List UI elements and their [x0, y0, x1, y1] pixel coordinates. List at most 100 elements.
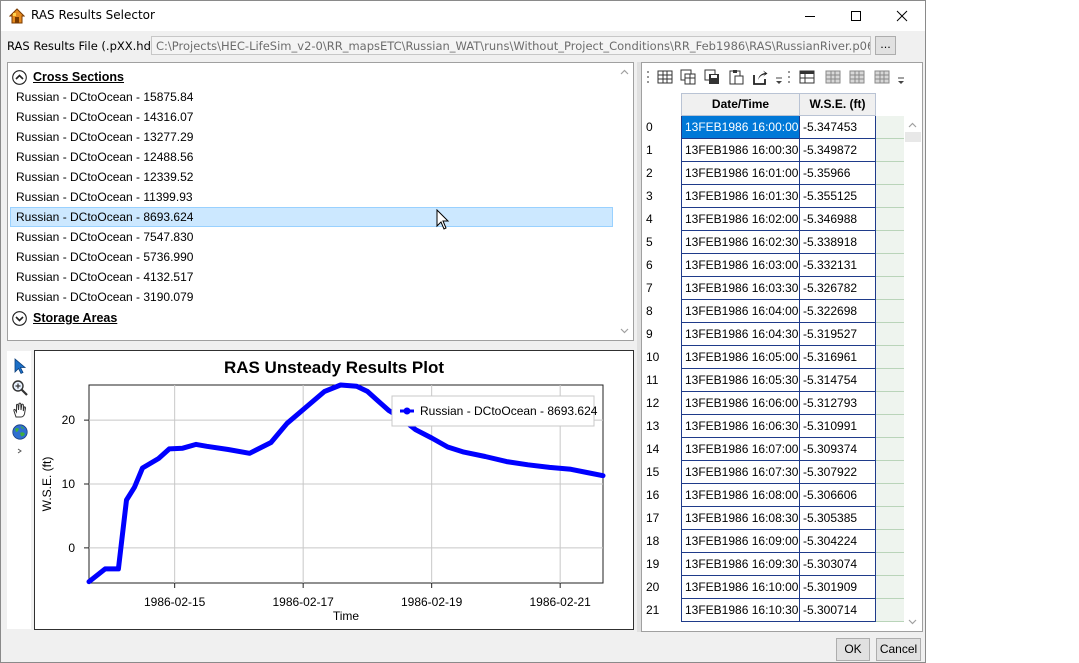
- dropdown-arrow-icon[interactable]: [775, 77, 783, 85]
- table-row[interactable]: 13 13FEB1986 16:06:30 -5.310991: [642, 415, 904, 438]
- table-row[interactable]: 20 13FEB1986 16:10:00 -5.301909: [642, 576, 904, 599]
- scroll-down-arrow-icon[interactable]: [907, 616, 918, 627]
- table-row[interactable]: 16 13FEB1986 16:08:00 -5.306606: [642, 484, 904, 507]
- cell-datetime[interactable]: 13FEB1986 16:05:00: [681, 346, 800, 369]
- table-row[interactable]: 21 13FEB1986 16:10:30 -5.300714: [642, 599, 904, 622]
- cross-section-item[interactable]: Russian - DCtoOcean - 11399.93: [10, 187, 613, 207]
- ok-button[interactable]: OK: [836, 638, 870, 661]
- expand-chevron-down-icon[interactable]: [12, 310, 27, 326]
- cell-datetime[interactable]: 13FEB1986 16:08:00: [681, 484, 800, 507]
- cell-datetime[interactable]: 13FEB1986 16:02:30: [681, 231, 800, 254]
- cell-wse[interactable]: -5.301909: [800, 576, 876, 599]
- cell-wse[interactable]: -5.322698: [800, 300, 876, 323]
- maximize-button[interactable]: [833, 1, 879, 31]
- results-file-path-field[interactable]: C:\Projects\HEC-LifeSim_v2-0\RR_mapsETC\…: [151, 36, 871, 55]
- dropdown-arrow-icon[interactable]: [897, 77, 905, 85]
- cell-datetime[interactable]: 13FEB1986 16:06:00: [681, 392, 800, 415]
- table-row[interactable]: 0 13FEB1986 16:00:00 -5.347453: [642, 116, 904, 139]
- cell-datetime[interactable]: 13FEB1986 16:10:30: [681, 599, 800, 622]
- cell-datetime[interactable]: 13FEB1986 16:03:30: [681, 277, 800, 300]
- cell-wse[interactable]: -5.332131: [800, 254, 876, 277]
- cross-section-item[interactable]: Russian - DCtoOcean - 3190.079: [10, 287, 613, 307]
- cell-datetime[interactable]: 13FEB1986 16:01:00: [681, 162, 800, 185]
- table-row[interactable]: 19 13FEB1986 16:09:30 -5.303074: [642, 553, 904, 576]
- table-row[interactable]: 14 13FEB1986 16:07:00 -5.309374: [642, 438, 904, 461]
- table-row[interactable]: 10 13FEB1986 16:05:00 -5.316961: [642, 346, 904, 369]
- table-row[interactable]: 3 13FEB1986 16:01:30 -5.355125: [642, 185, 904, 208]
- export-icon[interactable]: [752, 69, 768, 85]
- table-row[interactable]: 7 13FEB1986 16:03:30 -5.326782: [642, 277, 904, 300]
- table-row[interactable]: 1 13FEB1986 16:00:30 -5.349872: [642, 139, 904, 162]
- scroll-thumb[interactable]: [905, 132, 921, 142]
- table-row[interactable]: 15 13FEB1986 16:07:30 -5.307922: [642, 461, 904, 484]
- cell-wse[interactable]: -5.349872: [800, 139, 876, 162]
- cell-datetime[interactable]: 13FEB1986 16:02:00: [681, 208, 800, 231]
- cell-datetime[interactable]: 13FEB1986 16:09:00: [681, 530, 800, 553]
- grid-columns-icon[interactable]: [849, 69, 865, 85]
- cross-section-item[interactable]: Russian - DCtoOcean - 15875.84: [10, 87, 613, 107]
- cell-wse[interactable]: -5.355125: [800, 185, 876, 208]
- select-pointer-icon[interactable]: [11, 357, 29, 375]
- cancel-button[interactable]: Cancel: [876, 638, 921, 661]
- scroll-up-arrow-icon[interactable]: [619, 67, 630, 78]
- cross-section-item[interactable]: Russian - DCtoOcean - 13277.29: [10, 127, 613, 147]
- header-wse[interactable]: W.S.E. (ft): [799, 93, 876, 116]
- table-row[interactable]: 5 13FEB1986 16:02:30 -5.338918: [642, 231, 904, 254]
- table-row[interactable]: 8 13FEB1986 16:04:00 -5.322698: [642, 300, 904, 323]
- group-storage-areas[interactable]: Storage Areas: [12, 309, 117, 327]
- table-row[interactable]: 12 13FEB1986 16:06:00 -5.312793: [642, 392, 904, 415]
- pan-hand-icon[interactable]: [11, 401, 29, 419]
- cell-datetime[interactable]: 13FEB1986 16:04:00: [681, 300, 800, 323]
- cell-datetime[interactable]: 13FEB1986 16:00:30: [681, 139, 800, 162]
- save-table-icon[interactable]: [704, 69, 720, 85]
- collapse-chevron-up-icon[interactable]: [12, 69, 27, 85]
- cell-datetime[interactable]: 13FEB1986 16:05:30: [681, 369, 800, 392]
- cell-datetime[interactable]: 13FEB1986 16:00:00: [681, 116, 800, 139]
- cross-section-item[interactable]: Russian - DCtoOcean - 7547.830: [10, 227, 613, 247]
- cell-datetime[interactable]: 13FEB1986 16:08:30: [681, 507, 800, 530]
- cell-datetime[interactable]: 13FEB1986 16:06:30: [681, 415, 800, 438]
- group-cross-sections[interactable]: Cross Sections: [12, 68, 124, 86]
- cell-datetime[interactable]: 13FEB1986 16:01:30: [681, 185, 800, 208]
- close-button[interactable]: [879, 1, 925, 31]
- cell-datetime[interactable]: 13FEB1986 16:09:30: [681, 553, 800, 576]
- table-row[interactable]: 4 13FEB1986 16:02:00 -5.346988: [642, 208, 904, 231]
- cell-wse[interactable]: -5.314754: [800, 369, 876, 392]
- toolbar-overflow-icon[interactable]: [16, 447, 24, 455]
- table-row[interactable]: 17 13FEB1986 16:08:30 -5.305385: [642, 507, 904, 530]
- copy-table-icon[interactable]: [680, 69, 696, 85]
- cross-section-item[interactable]: Russian - DCtoOcean - 14316.07: [10, 107, 613, 127]
- minimize-button[interactable]: [787, 1, 833, 31]
- cell-wse[interactable]: -5.304224: [800, 530, 876, 553]
- zoom-icon[interactable]: [11, 379, 29, 397]
- table-row[interactable]: 18 13FEB1986 16:09:00 -5.304224: [642, 530, 904, 553]
- cell-wse[interactable]: -5.316961: [800, 346, 876, 369]
- scroll-up-arrow-icon[interactable]: [907, 120, 918, 131]
- cell-wse[interactable]: -5.310991: [800, 415, 876, 438]
- table-scrollbar[interactable]: [904, 116, 922, 631]
- cell-wse[interactable]: -5.306606: [800, 484, 876, 507]
- table-icon[interactable]: [657, 69, 673, 85]
- cell-wse[interactable]: -5.307922: [800, 461, 876, 484]
- grid-icon[interactable]: [825, 69, 841, 85]
- cell-wse[interactable]: -5.347453: [800, 116, 876, 139]
- table-row[interactable]: 6 13FEB1986 16:03:00 -5.332131: [642, 254, 904, 277]
- cell-wse[interactable]: -5.319527: [800, 323, 876, 346]
- cell-datetime[interactable]: 13FEB1986 16:07:00: [681, 438, 800, 461]
- cross-section-item[interactable]: Russian - DCtoOcean - 12339.52: [10, 167, 613, 187]
- cell-wse[interactable]: -5.326782: [800, 277, 876, 300]
- cell-datetime[interactable]: 13FEB1986 16:03:00: [681, 254, 800, 277]
- table-row[interactable]: 11 13FEB1986 16:05:30 -5.314754: [642, 369, 904, 392]
- cell-wse[interactable]: -5.305385: [800, 507, 876, 530]
- cross-section-item[interactable]: Russian - DCtoOcean - 5736.990: [10, 247, 613, 267]
- cell-wse[interactable]: -5.338918: [800, 231, 876, 254]
- header-datetime[interactable]: Date/Time: [681, 93, 800, 116]
- browse-button[interactable]: ...: [875, 36, 896, 55]
- cell-wse[interactable]: -5.309374: [800, 438, 876, 461]
- cell-wse[interactable]: -5.346988: [800, 208, 876, 231]
- scroll-down-arrow-icon[interactable]: [619, 325, 630, 336]
- globe-icon[interactable]: [11, 423, 29, 441]
- table-row[interactable]: 9 13FEB1986 16:04:30 -5.319527: [642, 323, 904, 346]
- cell-wse[interactable]: -5.300714: [800, 599, 876, 622]
- paste-icon[interactable]: [728, 69, 744, 85]
